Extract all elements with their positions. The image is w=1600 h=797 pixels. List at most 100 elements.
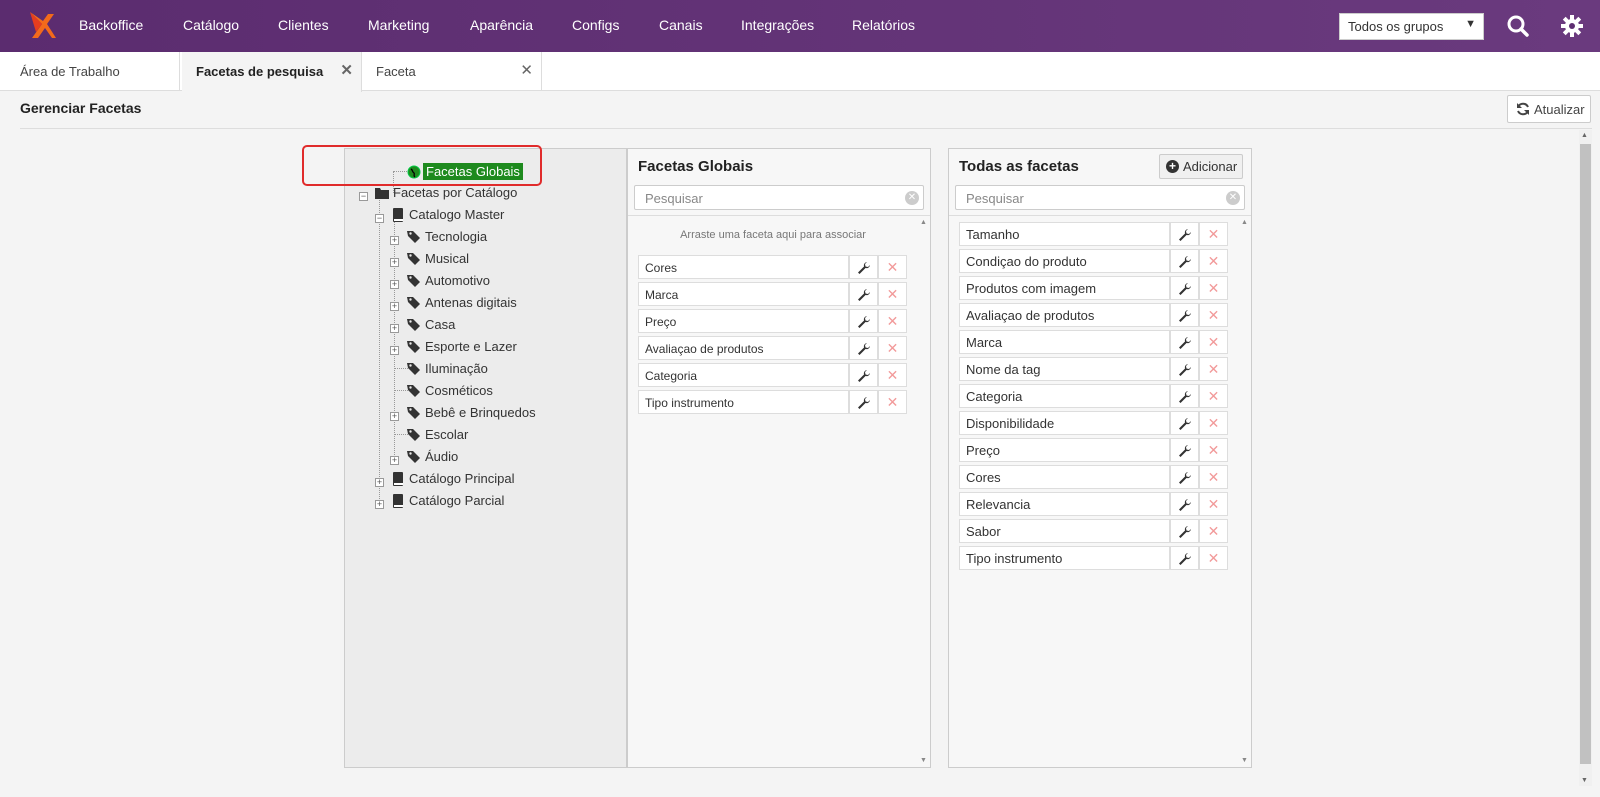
expand-toggle[interactable]: + — [390, 324, 399, 333]
edit-facet-button[interactable] — [1170, 249, 1199, 273]
expand-toggle[interactable]: + — [390, 456, 399, 465]
facet-row[interactable]: Avaliaçao de produtos ✕ — [638, 336, 908, 360]
edit-facet-button[interactable] — [849, 309, 878, 333]
edit-facet-button[interactable] — [849, 336, 878, 360]
tree-node-escolar[interactable]: Escolar — [407, 426, 468, 444]
nav-marketing[interactable]: Marketing — [368, 17, 429, 33]
facet-row[interactable]: Produtos com imagem ✕ — [959, 276, 1229, 300]
edit-facet-button[interactable] — [1170, 492, 1199, 516]
facet-row[interactable]: Marca ✕ — [959, 330, 1229, 354]
expand-toggle[interactable]: + — [390, 346, 399, 355]
edit-facet-button[interactable] — [849, 390, 878, 414]
all-facets-search-input[interactable]: Pesquisar ✕ — [955, 185, 1245, 210]
tree-node-tecnologia[interactable]: Tecnologia — [407, 228, 487, 246]
collapse-toggle[interactable]: − — [375, 214, 384, 223]
remove-facet-button[interactable]: ✕ — [1199, 546, 1228, 570]
remove-facet-button[interactable]: ✕ — [1199, 492, 1228, 516]
tree-node-musical[interactable]: Musical — [407, 250, 469, 268]
tree-node-catalogo-master[interactable]: Catalogo Master — [391, 206, 504, 224]
tree-node-catalogo-parcial[interactable]: Catálogo Parcial — [391, 492, 504, 510]
tree-node-audio[interactable]: Áudio — [407, 448, 458, 466]
collapse-toggle[interactable]: − — [359, 192, 368, 201]
refresh-button[interactable]: Atualizar — [1507, 95, 1591, 123]
tab-faceta[interactable]: Faceta ✕ — [362, 52, 542, 91]
scroll-down-icon[interactable]: ▼ — [920, 757, 927, 764]
expand-toggle[interactable]: + — [390, 280, 399, 289]
logo-icon[interactable] — [26, 10, 56, 42]
nav-configs[interactable]: Configs — [572, 17, 619, 33]
facet-row[interactable]: Categoria ✕ — [638, 363, 908, 387]
edit-facet-button[interactable] — [849, 282, 878, 306]
clear-search-icon[interactable]: ✕ — [1226, 191, 1240, 205]
close-icon[interactable]: ✕ — [340, 61, 353, 79]
nav-clientes[interactable]: Clientes — [278, 17, 329, 33]
tree-node-esporte-e-lazer[interactable]: Esporte e Lazer — [407, 338, 517, 356]
edit-facet-button[interactable] — [1170, 303, 1199, 327]
nav-relatorios[interactable]: Relatórios — [852, 17, 915, 33]
facet-row[interactable]: Tipo instrumento ✕ — [959, 546, 1229, 570]
facet-row[interactable]: Cores ✕ — [638, 255, 908, 279]
edit-facet-button[interactable] — [1170, 546, 1199, 570]
scroll-up-icon[interactable]: ▲ — [1241, 219, 1248, 226]
nav-canais[interactable]: Canais — [659, 17, 703, 33]
remove-facet-button[interactable]: ✕ — [1199, 357, 1228, 381]
facet-row[interactable]: Preço ✕ — [638, 309, 908, 333]
expand-toggle[interactable]: + — [390, 302, 399, 311]
tree-node-bebe-e-brinquedos[interactable]: Bebê e Brinquedos — [407, 404, 536, 422]
remove-facet-button[interactable]: ✕ — [1199, 411, 1228, 435]
remove-facet-button[interactable]: ✕ — [1199, 519, 1228, 543]
nav-catalogo[interactable]: Catálogo — [183, 17, 239, 33]
tree-node-cosmeticos[interactable]: Cosméticos — [407, 382, 493, 400]
facet-row[interactable]: Avaliaçao de produtos ✕ — [959, 303, 1229, 327]
facet-row[interactable]: Sabor ✕ — [959, 519, 1229, 543]
gear-icon[interactable] — [1559, 13, 1585, 39]
remove-facet-button[interactable]: ✕ — [878, 390, 907, 414]
nav-aparencia[interactable]: Aparência — [470, 17, 533, 33]
facet-row[interactable]: Disponibilidade ✕ — [959, 411, 1229, 435]
close-icon[interactable]: ✕ — [520, 61, 533, 79]
scroll-down-icon[interactable]: ▼ — [1241, 757, 1248, 764]
tree-node-catalogo-principal[interactable]: Catálogo Principal — [391, 470, 515, 488]
edit-facet-button[interactable] — [1170, 222, 1199, 246]
edit-facet-button[interactable] — [1170, 465, 1199, 489]
remove-facet-button[interactable]: ✕ — [1199, 465, 1228, 489]
facet-row[interactable]: Cores ✕ — [959, 465, 1229, 489]
remove-facet-button[interactable]: ✕ — [878, 255, 907, 279]
remove-facet-button[interactable]: ✕ — [1199, 303, 1228, 327]
add-facet-button[interactable]: + Adicionar — [1159, 154, 1243, 179]
tree-node-casa[interactable]: Casa — [407, 316, 455, 334]
expand-toggle[interactable]: + — [375, 500, 384, 509]
global-facets-search-input[interactable]: Pesquisar ✕ — [634, 185, 924, 210]
edit-facet-button[interactable] — [1170, 330, 1199, 354]
edit-facet-button[interactable] — [1170, 357, 1199, 381]
group-select[interactable]: Todos os grupos ▼ — [1339, 13, 1484, 40]
scroll-up-icon[interactable]: ▲ — [920, 219, 927, 226]
remove-facet-button[interactable]: ✕ — [1199, 330, 1228, 354]
remove-facet-button[interactable]: ✕ — [1199, 276, 1228, 300]
tree-node-antenas-digitais[interactable]: Antenas digitais — [407, 294, 517, 312]
tab-facetas-de-pesquisa[interactable]: Facetas de pesquisa ✕ — [182, 52, 362, 92]
remove-facet-button[interactable]: ✕ — [878, 282, 907, 306]
tree-node-iluminacao[interactable]: Iluminação — [407, 360, 488, 378]
remove-facet-button[interactable]: ✕ — [1199, 438, 1228, 462]
facet-row[interactable]: Relevancia ✕ — [959, 492, 1229, 516]
facet-row[interactable]: Preço ✕ — [959, 438, 1229, 462]
nav-backoffice[interactable]: Backoffice — [79, 17, 143, 33]
nav-integracoes[interactable]: Integrações — [741, 17, 814, 33]
expand-toggle[interactable]: + — [375, 478, 384, 487]
remove-facet-button[interactable]: ✕ — [878, 309, 907, 333]
remove-facet-button[interactable]: ✕ — [1199, 222, 1228, 246]
scroll-up-icon[interactable]: ▲ — [1581, 132, 1588, 139]
edit-facet-button[interactable] — [1170, 438, 1199, 462]
search-icon[interactable] — [1505, 13, 1531, 39]
remove-facet-button[interactable]: ✕ — [1199, 249, 1228, 273]
edit-facet-button[interactable] — [1170, 411, 1199, 435]
clear-search-icon[interactable]: ✕ — [905, 191, 919, 205]
tree-node-facetas-por-catalogo[interactable]: Facetas por Catálogo — [375, 184, 517, 202]
facet-row[interactable]: Condiçao do produto ✕ — [959, 249, 1229, 273]
expand-toggle[interactable]: + — [390, 412, 399, 421]
panel-scrollbar[interactable]: ▲ ▼ — [920, 219, 928, 764]
edit-facet-button[interactable] — [1170, 519, 1199, 543]
facet-row[interactable]: Marca ✕ — [638, 282, 908, 306]
edit-facet-button[interactable] — [1170, 384, 1199, 408]
